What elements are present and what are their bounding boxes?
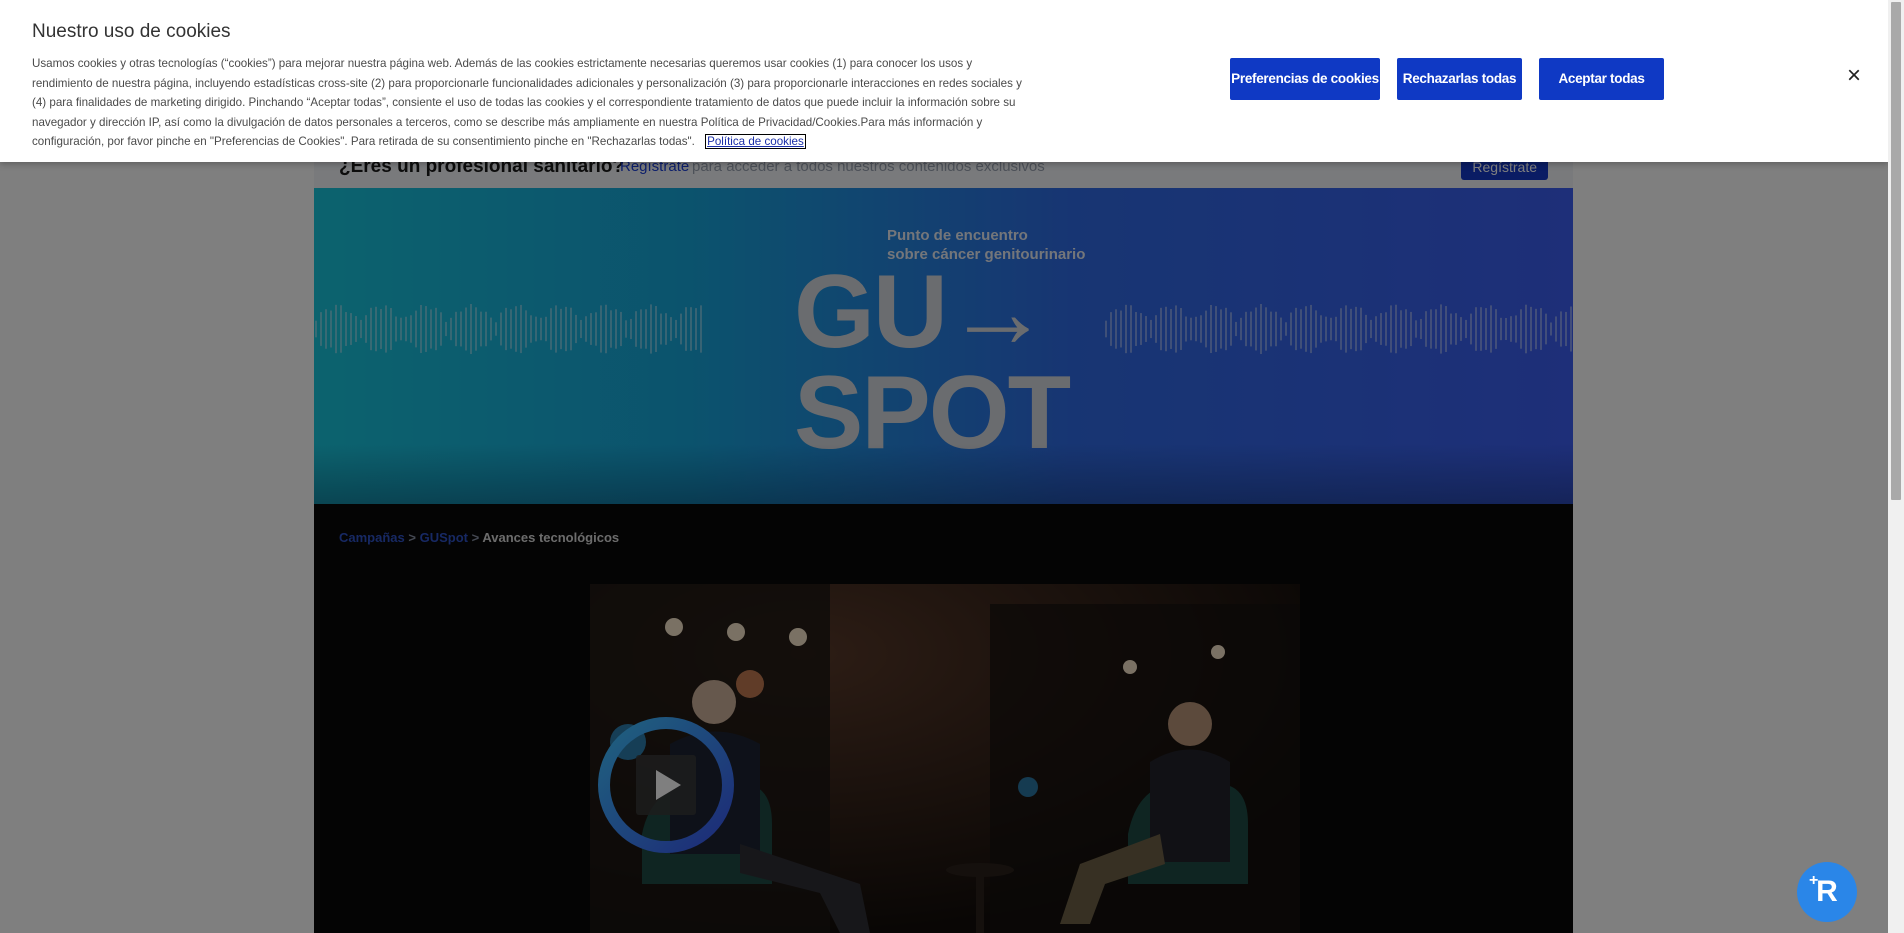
cookie-description: Usamos cookies y otras tecnologías (“coo… bbox=[32, 54, 1022, 152]
cookie-preferences-button[interactable]: Preferencias de cookies bbox=[1230, 58, 1380, 100]
accept-all-button[interactable]: Aceptar todas bbox=[1539, 58, 1664, 100]
assistant-button[interactable]: + R bbox=[1797, 862, 1857, 922]
reject-all-button[interactable]: Rechazarlas todas bbox=[1397, 58, 1522, 100]
cookie-consent-banner: Nuestro uso de cookies Usamos cookies y … bbox=[0, 0, 1888, 162]
assistant-icon: R bbox=[1816, 875, 1838, 908]
cookie-title: Nuestro uso de cookies bbox=[32, 21, 231, 42]
cookie-policy-link[interactable]: Política de cookies bbox=[705, 134, 806, 149]
cookie-description-text: Usamos cookies y otras tecnologías (“coo… bbox=[32, 57, 1022, 148]
scrollbar-thumb[interactable] bbox=[1891, 2, 1901, 500]
page-scrollbar[interactable] bbox=[1888, 0, 1904, 933]
close-icon[interactable]: × bbox=[1844, 64, 1864, 88]
